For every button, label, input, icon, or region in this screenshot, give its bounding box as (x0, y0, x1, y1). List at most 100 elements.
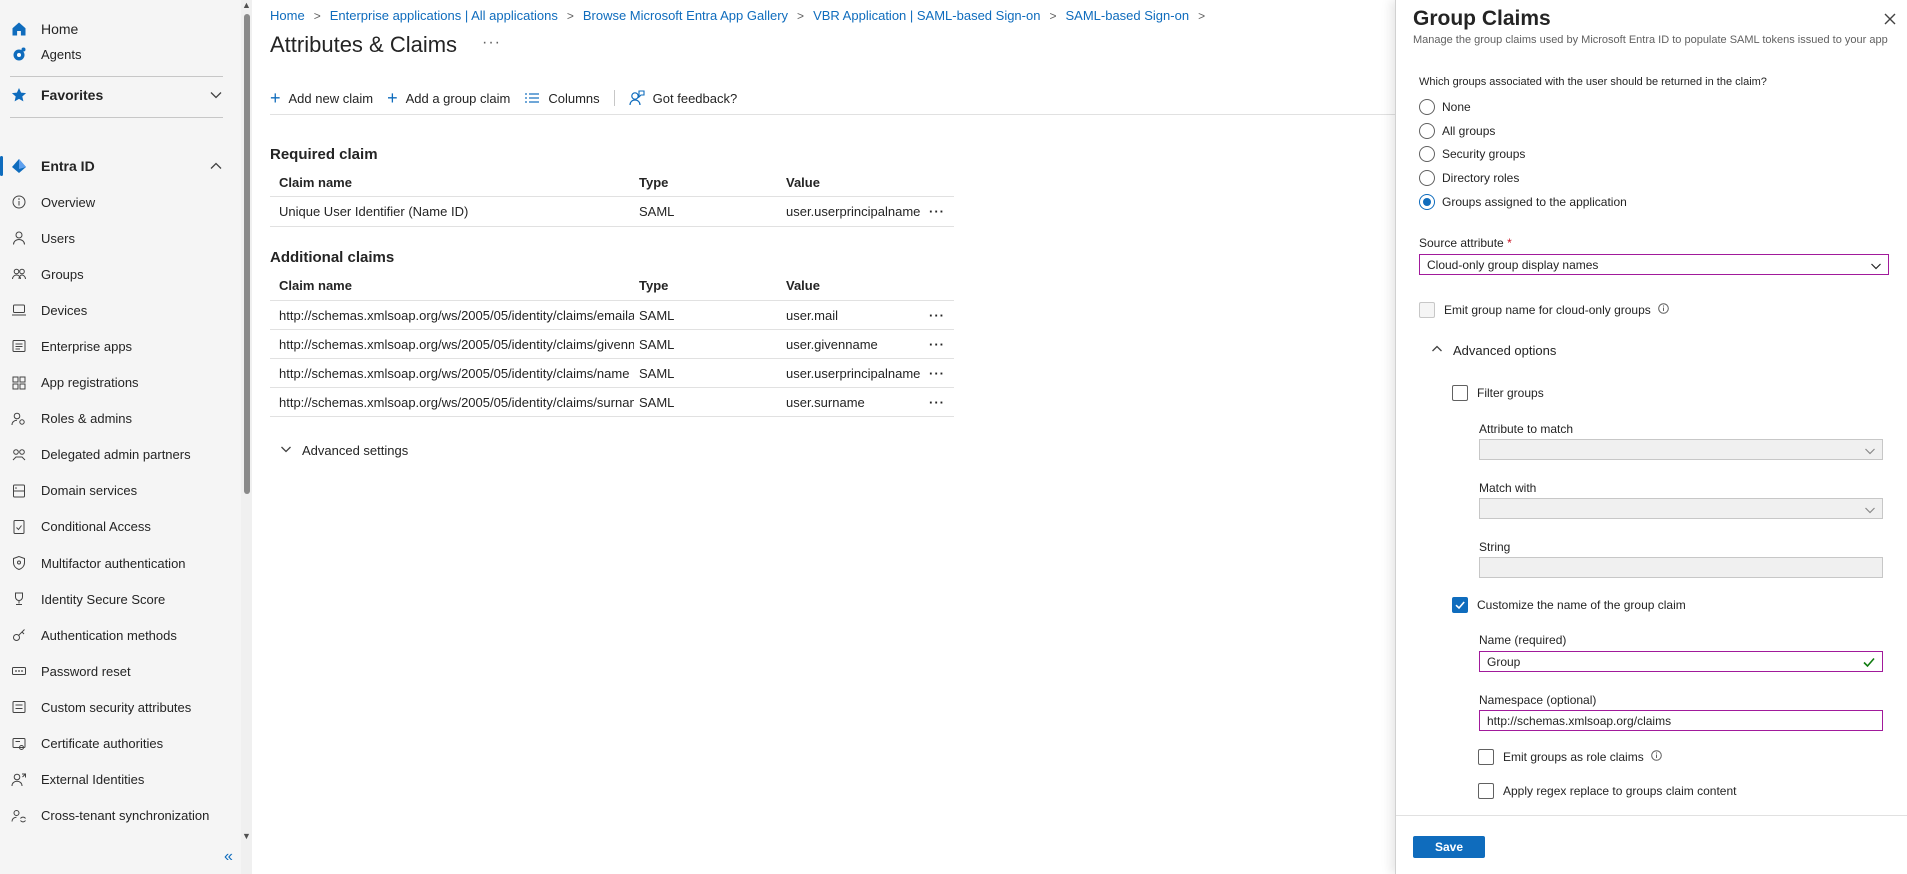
radio-button[interactable] (1419, 122, 1435, 139)
sidebar-item-label: Enterprise apps (41, 338, 133, 354)
filter-groups-checkbox[interactable]: Filter groups (1452, 385, 1544, 401)
breadcrumb-enterprise-apps[interactable]: Enterprise applications | All applicatio… (330, 8, 558, 23)
table-row[interactable]: http://schemas.xmlsoap.org/ws/2005/05/id… (270, 359, 954, 388)
checkbox-box[interactable] (1419, 302, 1435, 318)
save-button[interactable]: Save (1413, 836, 1485, 858)
table-header: Claim name Type Value (270, 168, 954, 197)
info-icon[interactable] (1650, 750, 1662, 764)
more-options-button[interactable]: ··· (482, 34, 501, 52)
checkbox-box[interactable] (1478, 783, 1494, 799)
advanced-options-toggle[interactable]: Advanced options (1431, 343, 1556, 358)
attribute-to-match-dropdown[interactable] (1479, 439, 1883, 460)
apply-regex-checkbox[interactable]: Apply regex replace to groups claim cont… (1478, 783, 1736, 799)
claim-type: SAML (639, 336, 675, 352)
emit-role-claims-checkbox[interactable]: Emit groups as role claims (1478, 749, 1662, 765)
add-group-claim-label: Add a group claim (405, 90, 511, 106)
source-attribute-dropdown[interactable]: Cloud-only group display names (1419, 254, 1889, 275)
scroll-up-icon[interactable]: ▲ (242, 0, 251, 10)
name-input[interactable]: Group (1479, 651, 1883, 672)
scroll-down-icon[interactable]: ▼ (242, 831, 251, 841)
sidebar-item-label: External Identities (41, 772, 145, 788)
row-more-button[interactable]: ··· (925, 197, 949, 226)
sidebar-item-roles-admins[interactable]: Roles & admins (0, 405, 235, 433)
feedback-button[interactable]: Got feedback? (629, 90, 737, 106)
sidebar-item-external-identities[interactable]: External Identities (0, 766, 235, 794)
server-icon (10, 482, 28, 500)
breadcrumb-vbr-application[interactable]: VBR Application | SAML-based Sign-on (813, 8, 1040, 23)
radio-selected[interactable] (1419, 193, 1435, 210)
sidebar-item-password-reset[interactable]: Password reset (0, 657, 235, 685)
radio-option-all-groups[interactable]: All groups (1419, 122, 1495, 139)
sidebar-item-cross-tenant-synchronization[interactable]: Cross-tenant synchronization (0, 802, 235, 830)
claim-name[interactable]: Unique User Identifier (Name ID) (279, 197, 634, 226)
radio-button[interactable] (1419, 99, 1435, 115)
sidebar-item-agents[interactable]: Agents (0, 40, 235, 68)
add-new-claim-button[interactable]: + Add new claim (270, 89, 373, 107)
radio-button[interactable] (1419, 170, 1435, 187)
sidebar-item-favorites[interactable]: Favorites (0, 81, 235, 109)
radio-option-directory-roles[interactable]: Directory roles (1419, 170, 1519, 187)
table-row[interactable]: http://schemas.xmlsoap.org/ws/2005/05/id… (270, 330, 954, 359)
sidebar-item-overview[interactable]: Overview (0, 188, 235, 216)
radio-option-none[interactable]: None (1419, 99, 1471, 115)
chevron-down-icon (209, 88, 223, 105)
sidebar-item-identity-secure-score[interactable]: Identity Secure Score (0, 585, 235, 613)
info-icon[interactable] (1657, 303, 1669, 317)
add-group-claim-button[interactable]: + Add a group claim (387, 89, 510, 107)
checkbox-checked[interactable] (1452, 597, 1468, 613)
row-more-button[interactable]: ··· (925, 388, 949, 416)
claim-value: user.userprincipalname [... (786, 204, 922, 219)
name-label: Name (required) (1479, 633, 1567, 647)
breadcrumb-home[interactable]: Home (270, 8, 305, 23)
checkbox-box[interactable] (1452, 385, 1468, 401)
filter-groups-label: Filter groups (1477, 386, 1544, 400)
advanced-settings-toggle[interactable]: Advanced settings (280, 443, 408, 458)
scrollbar-thumb[interactable] (244, 14, 250, 494)
sidebar-item-home[interactable]: Home (0, 15, 235, 43)
namespace-input[interactable]: http://schemas.xmlsoap.org/claims (1479, 710, 1883, 731)
sidebar-item-app-registrations[interactable]: App registrations (0, 369, 235, 397)
row-more-button[interactable]: ··· (925, 330, 949, 358)
table-row[interactable]: Unique User Identifier (Name ID) SAML us… (270, 197, 954, 227)
columns-button[interactable]: Columns (524, 91, 600, 106)
breadcrumb-app-gallery[interactable]: Browse Microsoft Entra App Gallery (583, 8, 788, 23)
sidebar-item-authentication-methods[interactable]: Authentication methods (0, 621, 235, 649)
row-more-button[interactable]: ··· (925, 301, 949, 329)
claim-name[interactable]: http://schemas.xmlsoap.org/ws/2005/05/id… (279, 359, 634, 387)
sidebar-item-custom-security-attributes[interactable]: Custom security attributes (0, 693, 235, 721)
sidebar-item-enterprise-apps[interactable]: Enterprise apps (0, 332, 235, 360)
sidebar-scrollbar[interactable]: ▲ ▼ (241, 0, 252, 874)
match-with-dropdown[interactable] (1479, 498, 1883, 519)
sidebar-item-domain-services[interactable]: Domain services (0, 477, 235, 505)
string-input[interactable] (1479, 557, 1883, 578)
table-row[interactable]: http://schemas.xmlsoap.org/ws/2005/05/id… (270, 388, 954, 417)
checkbox-box[interactable] (1478, 749, 1494, 765)
emit-group-name-checkbox[interactable]: Emit group name for cloud-only groups (1419, 302, 1669, 318)
chevron-down-icon (280, 443, 292, 458)
sidebar-item-delegated-admin-partners[interactable]: Delegated admin partners (0, 441, 235, 469)
close-icon[interactable] (1883, 12, 1897, 29)
sidebar-item-users[interactable]: Users (0, 224, 235, 252)
customize-name-checkbox[interactable]: Customize the name of the group claim (1452, 597, 1686, 613)
column-header-type: Type (639, 278, 669, 293)
claim-name[interactable]: http://schemas.xmlsoap.org/ws/2005/05/id… (279, 388, 634, 416)
claim-name[interactable]: http://schemas.xmlsoap.org/ws/2005/05/id… (279, 301, 634, 329)
radio-option-security-groups[interactable]: Security groups (1419, 146, 1525, 163)
sidebar-item-conditional-access[interactable]: Conditional Access (0, 513, 235, 541)
claim-name[interactable]: http://schemas.xmlsoap.org/ws/2005/05/id… (279, 330, 634, 358)
sidebar-item-devices[interactable]: Devices (0, 296, 235, 324)
sidebar-item-entra-id[interactable]: Entra ID (0, 152, 235, 180)
row-more-button[interactable]: ··· (925, 359, 949, 387)
required-marker: * (1507, 236, 1512, 250)
radio-button[interactable] (1419, 146, 1435, 163)
sidebar-item-multifactor-authentication[interactable]: Multifactor authentication (0, 549, 235, 577)
add-new-claim-label: Add new claim (288, 90, 374, 106)
collapse-sidebar-icon[interactable]: « (224, 848, 233, 866)
app-blocks-icon (10, 374, 28, 392)
sidebar-item-groups[interactable]: Groups (0, 260, 235, 288)
table-row[interactable]: http://schemas.xmlsoap.org/ws/2005/05/id… (270, 301, 954, 330)
sidebar-item-certificate-authorities[interactable]: Certificate authorities (0, 730, 235, 758)
breadcrumb-saml-sign-on[interactable]: SAML-based Sign-on (1065, 8, 1189, 23)
radio-option-groups-assigned-to-the-application[interactable]: Groups assigned to the application (1419, 193, 1627, 210)
advanced-settings-label: Advanced settings (302, 443, 409, 458)
